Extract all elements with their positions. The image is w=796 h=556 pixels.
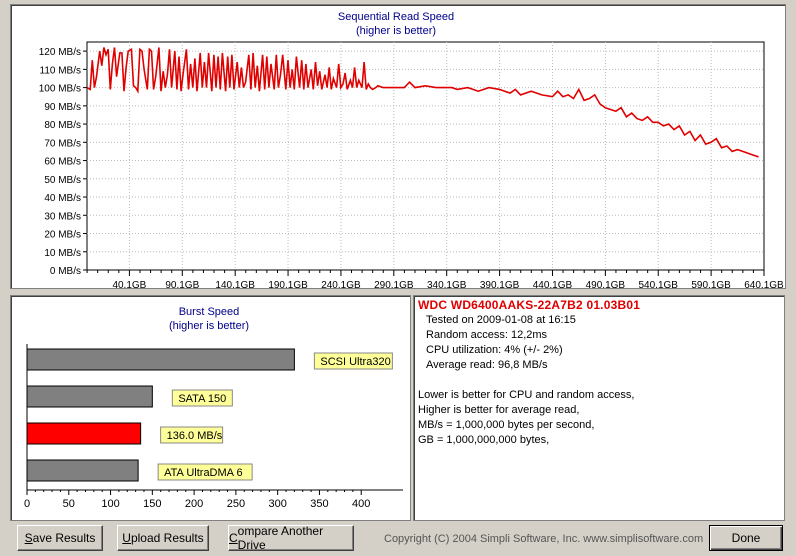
burst-x-tick-label: 300 (268, 498, 286, 510)
burst-bar-label: ATA UltraDMA 6 (164, 467, 242, 479)
burst-x-tick-label: 0 (24, 498, 30, 510)
save-results-label: ave Results (32, 531, 96, 545)
upload-results-button[interactable]: Upload Results (117, 525, 209, 551)
burst-bar (26, 422, 142, 445)
burst-x-tick-label: 150 (143, 498, 161, 510)
compare-another-drive-button[interactable]: Compare Another Drive (228, 524, 354, 552)
save-results-mnemonic: S (24, 531, 33, 545)
burst-bar-label: SATA 150 (178, 393, 226, 405)
burst-chart-subtitle: (higher is better) (169, 320, 249, 332)
cpu-utilization-text: CPU utilization: 4% (+/- 2%) (426, 344, 563, 356)
seq-y-tick-label: 100 MB/s (39, 84, 81, 95)
seq-x-tick-label: 240.1GB (321, 280, 361, 288)
compare-mnemonic: C (229, 531, 238, 545)
seq-x-tick-label: 140.1GB (215, 280, 255, 288)
seq-y-tick-label: 30 MB/s (44, 211, 81, 222)
burst-bar (26, 348, 295, 371)
burst-chart-title: Burst Speed (179, 306, 240, 318)
upload-results-label: pload Results (130, 531, 204, 545)
seq-x-tick-label: 440.1GB (533, 280, 573, 288)
seq-x-tick-label: 190.1GB (268, 280, 308, 288)
seq-y-tick-label: 0 MB/s (50, 266, 81, 277)
seq-x-tick-label: 390.1GB (480, 280, 520, 288)
seq-y-tick-label: 80 MB/s (44, 120, 81, 131)
done-button[interactable]: Done (709, 525, 783, 551)
seq-y-tick-label: 20 MB/s (44, 230, 81, 241)
seq-chart-subtitle: (higher is better) (356, 25, 436, 37)
seq-y-tick-label: 70 MB/s (44, 138, 81, 149)
seq-x-tick-label: 290.1GB (374, 280, 414, 288)
sequential-read-chart: Sequential Read Speed (higher is better)… (39, 11, 784, 288)
note-line: GB = 1,000,000,000 bytes, (418, 434, 550, 446)
sequential-read-panel: Sequential Read Speed (higher is better)… (10, 4, 786, 289)
burst-bar-label: 136.0 MB/s (167, 430, 223, 442)
save-results-button[interactable]: Save Results (17, 525, 103, 551)
note-line: MB/s = 1,000,000 bytes per second, (418, 419, 595, 431)
burst-x-tick-label: 100 (101, 498, 119, 510)
burst-x-tick-label: 50 (63, 498, 75, 510)
seq-y-tick-label: 110 MB/s (40, 65, 82, 76)
seq-x-tick-label: 490.1GB (586, 280, 626, 288)
note-line: Lower is better for CPU and random acces… (418, 389, 635, 401)
seq-y-tick-label: 90 MB/s (44, 102, 81, 113)
compare-label: ompare Another Drive (237, 524, 324, 552)
seq-chart-y-axis: 0 MB/s 10 MB/s 20 MB/s 30 MB/s 40 MB/s 50 MB/… (39, 47, 87, 277)
random-access-text: Random access: 12,2ms (426, 329, 548, 341)
burst-x-tick-label: 200 (185, 498, 203, 510)
burst-bar (26, 385, 153, 408)
burst-x-tick-label: 250 (227, 498, 245, 510)
burst-speed-panel: Burst Speed (higher is better) SCSI Ultr… (10, 295, 411, 521)
note-line: Higher is better for average read, (418, 404, 580, 416)
seq-y-tick-label: 120 MB/s (39, 47, 81, 58)
average-read-text: Average read: 96,8 MB/s (426, 359, 548, 371)
drive-name: WDC WD6400AAKS-22A7B2 01.03B01 (418, 298, 641, 312)
burst-bar-label: SCSI Ultra320 (320, 356, 390, 368)
tested-on-text: Tested on 2009-01-08 at 16:15 (426, 314, 576, 326)
burst-bar (26, 459, 139, 482)
drive-info-panel: WDC WD6400AAKS-22A7B2 01.03B01 Tested on… (413, 295, 785, 521)
burst-chart-bars: SCSI Ultra320 SATA 150 136.0 MB/s ATA Ultra… (26, 348, 393, 482)
seq-x-tick-label: 640.1GB (744, 280, 784, 288)
burst-x-tick-label: 400 (352, 498, 370, 510)
seq-y-tick-label: 50 MB/s (44, 175, 81, 186)
burst-x-tick-label: 350 (310, 498, 328, 510)
seq-y-tick-label: 40 MB/s (44, 193, 81, 204)
upload-results-mnemonic: U (122, 531, 131, 545)
seq-x-tick-label: 340.1GB (427, 280, 467, 288)
seq-y-tick-label: 10 MB/s (44, 248, 81, 259)
copyright-text: Copyright (C) 2004 Simpli Software, Inc.… (384, 533, 704, 545)
seq-chart-x-axis: 40.1GB 90.1GB 140.1GB 190.1GB 240.1GB 290.1GB… (86, 270, 784, 288)
seq-y-tick-label: 60 MB/s (44, 157, 81, 168)
seq-x-tick-label: 40.1GB (112, 280, 146, 288)
seq-x-tick-label: 540.1GB (638, 280, 678, 288)
seq-x-tick-label: 590.1GB (691, 280, 731, 288)
seq-x-tick-label: 90.1GB (165, 280, 199, 288)
seq-chart-title: Sequential Read Speed (338, 11, 454, 23)
burst-speed-chart: Burst Speed (higher is better) SCSI Ultr… (24, 306, 403, 510)
